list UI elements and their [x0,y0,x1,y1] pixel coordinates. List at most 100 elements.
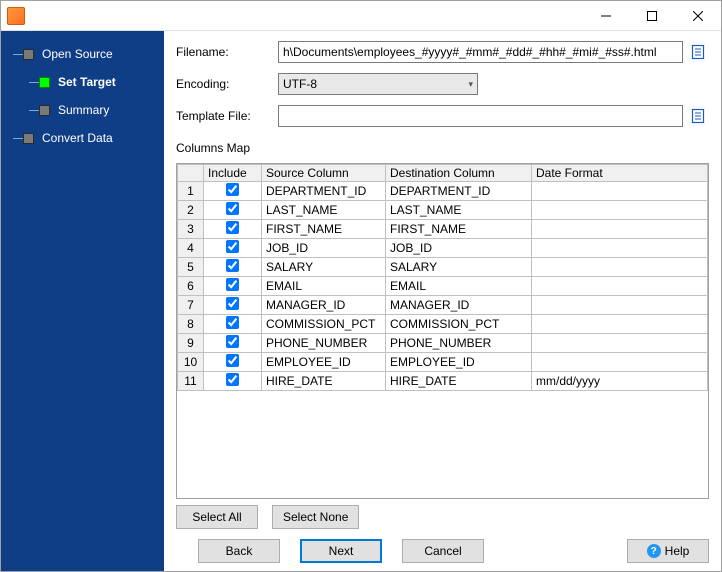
dest-cell[interactable]: HIRE_DATE [386,372,532,391]
table-row[interactable]: 3FIRST_NAMEFIRST_NAME [178,220,708,239]
source-cell[interactable]: EMPLOYEE_ID [262,353,386,372]
back-button[interactable]: Back [198,539,280,563]
header-dest[interactable]: Destination Column [386,165,532,182]
step-label: Open Source [42,47,113,61]
include-checkbox[interactable] [226,278,239,291]
header-dateformat[interactable]: Date Format [532,165,708,182]
table-row[interactable]: 10 EMPLOYEE_IDEMPLOYEE_ID [178,353,708,372]
dateformat-cell[interactable] [532,277,708,296]
dateformat-cell[interactable] [532,315,708,334]
dest-cell[interactable]: PHONE_NUMBER [386,334,532,353]
columns-map-grid[interactable]: Include Source Column Destination Column… [176,163,709,499]
include-cell[interactable] [204,201,262,220]
dest-cell[interactable]: LAST_NAME [386,201,532,220]
include-cell[interactable] [204,353,262,372]
include-cell[interactable] [204,220,262,239]
dateformat-cell[interactable] [532,220,708,239]
source-cell[interactable]: DEPARTMENT_ID [262,182,386,201]
select-all-button[interactable]: Select All [176,505,258,529]
dateformat-cell[interactable] [532,258,708,277]
table-row[interactable]: 4 JOB_IDJOB_ID [178,239,708,258]
step-convert-data[interactable]: Convert Data [1,127,164,149]
browse-template-button[interactable] [687,105,709,127]
source-cell[interactable]: MANAGER_ID [262,296,386,315]
source-cell[interactable]: PHONE_NUMBER [262,334,386,353]
dest-cell[interactable]: EMPLOYEE_ID [386,353,532,372]
source-cell[interactable]: SALARY [262,258,386,277]
step-open-source[interactable]: Open Source [1,43,164,65]
row-number: 8 [178,315,204,334]
encoding-select[interactable]: UTF-8 ▾ [278,73,478,95]
header-source[interactable]: Source Column [262,165,386,182]
help-button[interactable]: ? Help [627,539,709,563]
table-row[interactable]: 7MANAGER_IDMANAGER_ID [178,296,708,315]
row-number: 5 [178,258,204,277]
template-row: Template File: [176,105,709,127]
cancel-button[interactable]: Cancel [402,539,484,563]
table-row[interactable]: 11HIRE_DATEHIRE_DATEmm/dd/yyyy [178,372,708,391]
table-row[interactable]: 6EMAILEMAIL [178,277,708,296]
browse-filename-button[interactable] [687,41,709,63]
source-cell[interactable]: EMAIL [262,277,386,296]
table-row[interactable]: 2LAST_NAMELAST_NAME [178,201,708,220]
dateformat-cell[interactable] [532,239,708,258]
source-cell[interactable]: FIRST_NAME [262,220,386,239]
dest-cell[interactable]: EMAIL [386,277,532,296]
include-cell[interactable] [204,258,262,277]
dest-cell[interactable]: SALARY [386,258,532,277]
include-cell[interactable] [204,239,262,258]
dateformat-cell[interactable] [532,182,708,201]
dateformat-cell[interactable] [532,334,708,353]
dateformat-cell[interactable] [532,296,708,315]
row-number: 4 [178,239,204,258]
filename-input[interactable] [278,41,683,63]
select-none-button[interactable]: Select None [272,505,359,529]
dateformat-cell[interactable] [532,201,708,220]
include-checkbox[interactable] [226,202,239,215]
row-number: 10 [178,353,204,372]
dest-cell[interactable]: DEPARTMENT_ID [386,182,532,201]
wizard-steps-sidebar: Open Source Set Target Summary Convert D… [1,31,164,571]
filename-row: Filename: [176,41,709,63]
dateformat-cell[interactable] [532,353,708,372]
include-cell[interactable] [204,315,262,334]
dest-cell[interactable]: MANAGER_ID [386,296,532,315]
include-checkbox[interactable] [226,354,239,367]
include-cell[interactable] [204,182,262,201]
include-cell[interactable] [204,372,262,391]
source-cell[interactable]: COMMISSION_PCT [262,315,386,334]
template-input[interactable] [278,105,683,127]
dest-cell[interactable]: JOB_ID [386,239,532,258]
step-set-target[interactable]: Set Target [1,71,164,93]
include-checkbox[interactable] [226,316,239,329]
table-row[interactable]: 5 SALARYSALARY [178,258,708,277]
include-checkbox[interactable] [226,373,239,386]
include-checkbox[interactable] [226,183,239,196]
dest-cell[interactable]: FIRST_NAME [386,220,532,239]
include-checkbox[interactable] [226,259,239,272]
include-checkbox[interactable] [226,221,239,234]
table-row[interactable]: 8 COMMISSION_PCTCOMMISSION_PCT [178,315,708,334]
dest-cell[interactable]: COMMISSION_PCT [386,315,532,334]
dateformat-cell[interactable]: mm/dd/yyyy [532,372,708,391]
source-cell[interactable]: LAST_NAME [262,201,386,220]
include-cell[interactable] [204,334,262,353]
source-cell[interactable]: HIRE_DATE [262,372,386,391]
minimize-button[interactable] [583,1,629,31]
step-summary[interactable]: Summary [1,99,164,121]
next-button[interactable]: Next [300,539,382,563]
header-include[interactable]: Include [204,165,262,182]
step-label: Set Target [58,75,116,89]
titlebar [1,1,721,31]
include-cell[interactable] [204,277,262,296]
table-row[interactable]: 9PHONE_NUMBERPHONE_NUMBER [178,334,708,353]
include-checkbox[interactable] [226,335,239,348]
close-button[interactable] [675,1,721,31]
maximize-button[interactable] [629,1,675,31]
source-cell[interactable]: JOB_ID [262,239,386,258]
include-cell[interactable] [204,296,262,315]
include-checkbox[interactable] [226,240,239,253]
selection-buttons: Select All Select None [176,505,709,529]
table-row[interactable]: 1DEPARTMENT_IDDEPARTMENT_ID [178,182,708,201]
include-checkbox[interactable] [226,297,239,310]
